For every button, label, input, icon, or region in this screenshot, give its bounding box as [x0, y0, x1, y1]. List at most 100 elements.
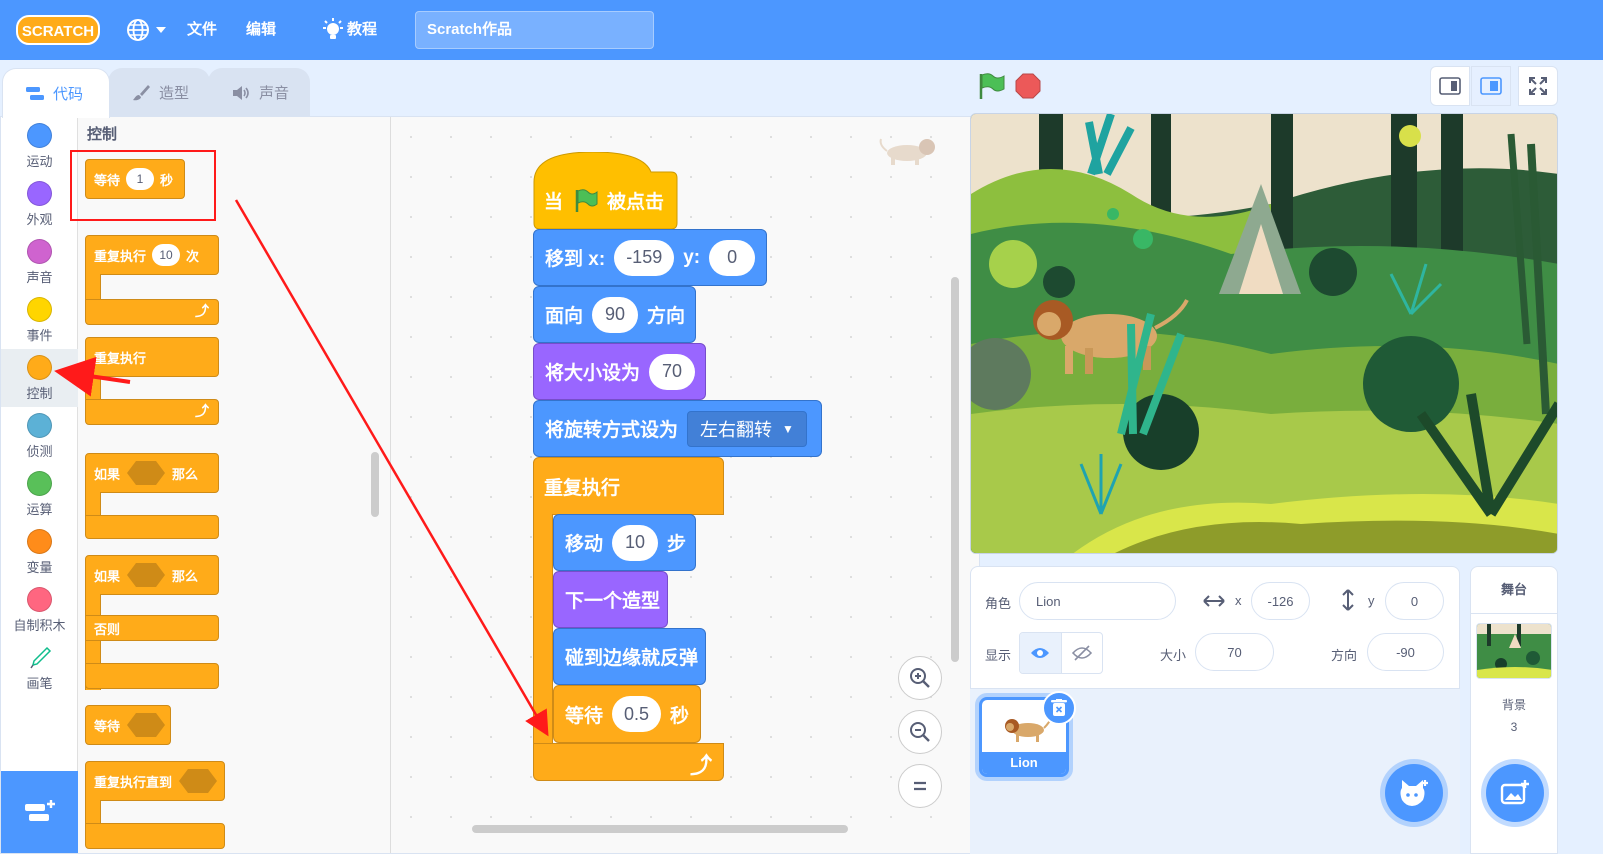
- fullscreen-button[interactable]: [1518, 66, 1558, 106]
- zoom-in-button[interactable]: [898, 656, 942, 700]
- small-stage-button[interactable]: [1430, 66, 1470, 106]
- stop-button[interactable]: [1014, 72, 1042, 100]
- loop-arrow-icon: ⤴: [195, 303, 209, 319]
- stage-canvas[interactable]: [970, 113, 1558, 554]
- go-to-xy-block[interactable]: 移到 x: -159 y: 0: [533, 229, 767, 286]
- boolean-slot[interactable]: [178, 768, 218, 794]
- workspace-vertical-scrollbar[interactable]: [951, 277, 959, 662]
- cat-plus-icon: [1400, 780, 1428, 806]
- palette-forever-block[interactable]: 重复执行 ⤴: [85, 337, 219, 425]
- wait-seconds-input[interactable]: 0.5: [612, 696, 662, 732]
- jungle-thumbnail: [1477, 624, 1551, 678]
- globe-icon[interactable]: [126, 18, 150, 42]
- category-operators[interactable]: 运算: [1, 465, 78, 523]
- zoom-out-icon: [910, 722, 930, 742]
- block-palette: 控制 等待 1 秒 重复执行 10 次 ⤴ 重复执行 ⤴ 如果 那么 如果 那么…: [78, 117, 391, 853]
- small-stage-icon: [1439, 77, 1461, 95]
- sound-dot: [27, 239, 52, 264]
- lightbulb-icon[interactable]: [322, 18, 344, 42]
- tab-code[interactable]: 代码: [2, 68, 110, 118]
- forever-arm: [533, 514, 553, 744]
- category-events[interactable]: 事件: [1, 291, 78, 349]
- control-dot: [27, 355, 52, 380]
- variables-dot: [27, 529, 52, 554]
- palette-wait-until-block[interactable]: 等待: [85, 705, 171, 745]
- add-extension-button[interactable]: [1, 771, 78, 853]
- palette-if-else-block[interactable]: 如果 那么 否则: [85, 555, 219, 690]
- category-variables[interactable]: 变量: [1, 523, 78, 581]
- direction-input[interactable]: -90: [1367, 633, 1444, 671]
- tab-sounds[interactable]: 声音: [208, 68, 310, 116]
- category-my-blocks[interactable]: 自制积木: [1, 581, 78, 639]
- pen-icon: [29, 646, 51, 669]
- menu-bar: SCRATCH 文件 编辑 教程 Scratch作品: [0, 0, 1603, 60]
- bounce-on-edge-block[interactable]: 碰到边缘就反弹: [553, 628, 706, 685]
- y-label: y: [1368, 593, 1375, 608]
- goto-y-input[interactable]: 0: [709, 239, 756, 276]
- palette-if-then-block[interactable]: 如果 那么: [85, 453, 219, 541]
- when-flag-clicked-block[interactable]: 当 被点击: [533, 172, 678, 229]
- palette-repeat-block[interactable]: 重复执行 10 次 ⤴: [85, 235, 219, 325]
- category-looks[interactable]: 外观: [1, 175, 78, 233]
- boolean-slot[interactable]: [126, 712, 166, 738]
- workspace-horizontal-scrollbar[interactable]: [472, 825, 848, 833]
- file-menu[interactable]: 文件: [187, 0, 217, 60]
- add-backdrop-button[interactable]: [1486, 764, 1544, 822]
- y-position-input[interactable]: 0: [1385, 582, 1444, 620]
- direction-input[interactable]: 90: [592, 296, 639, 333]
- show-sprite-button[interactable]: [1020, 633, 1061, 673]
- category-control[interactable]: 控制: [1, 349, 78, 407]
- hide-sprite-button[interactable]: [1060, 633, 1102, 673]
- add-sprite-button[interactable]: [1385, 764, 1443, 822]
- set-rotation-style-block[interactable]: 将旋转方式设为 左右翻转 ▼: [533, 400, 822, 457]
- next-costume-block[interactable]: 下一个造型: [553, 571, 668, 628]
- boolean-slot[interactable]: [126, 460, 166, 486]
- loop-arrow-icon: ⤴: [690, 753, 713, 778]
- visibility-toggle: [1019, 632, 1103, 674]
- size-input[interactable]: 70: [649, 353, 696, 390]
- category-pen[interactable]: 画笔: [1, 639, 78, 697]
- normal-stage-button[interactable]: [1471, 66, 1511, 106]
- project-title-input[interactable]: Scratch作品: [415, 11, 654, 49]
- operators-dot: [27, 471, 52, 496]
- eye-icon: [1031, 648, 1050, 658]
- green-flag-button[interactable]: [976, 72, 1006, 100]
- code-icon: [26, 86, 44, 100]
- repeat-count-input[interactable]: 10: [152, 244, 181, 266]
- wait-seconds-block[interactable]: 等待 0.5 秒: [553, 685, 701, 743]
- scratch-logo[interactable]: SCRATCH: [16, 14, 100, 46]
- stage-title: 舞台: [1470, 566, 1558, 614]
- chevron-down-icon[interactable]: [156, 27, 166, 33]
- steps-input[interactable]: 10: [612, 524, 659, 561]
- x-position-icon: [1203, 595, 1225, 607]
- x-position-input[interactable]: -126: [1251, 582, 1310, 620]
- tutorials-menu[interactable]: 教程: [347, 0, 377, 60]
- large-stage-icon: [1480, 77, 1502, 95]
- backdrop-count: 3: [1510, 720, 1518, 734]
- svg-text:SCRATCH: SCRATCH: [22, 23, 94, 40]
- set-size-block[interactable]: 将大小设为 70: [533, 343, 706, 400]
- category-motion[interactable]: 运动: [1, 117, 78, 175]
- jungle-backdrop: [971, 114, 1557, 553]
- sprite-name-input[interactable]: Lion: [1019, 582, 1176, 620]
- events-dot: [27, 297, 52, 322]
- forever-label-row: 重复执行: [544, 477, 621, 499]
- rotation-style-dropdown[interactable]: 左右翻转 ▼: [687, 410, 807, 447]
- palette-scrollbar[interactable]: [371, 452, 379, 517]
- edit-menu[interactable]: 编辑: [246, 0, 276, 60]
- backdrop-thumbnail[interactable]: [1476, 623, 1552, 679]
- palette-repeat-until-block[interactable]: 重复执行直到: [85, 761, 225, 853]
- move-steps-block[interactable]: 移动 10 步: [553, 514, 696, 571]
- category-sensing[interactable]: 侦测: [1, 407, 78, 465]
- zoom-reset-button[interactable]: [898, 764, 942, 808]
- size-input[interactable]: 70: [1195, 633, 1274, 671]
- goto-x-input[interactable]: -159: [614, 239, 675, 276]
- annotation-highlight-box: [70, 150, 216, 221]
- show-label: 显示: [985, 648, 1012, 663]
- tab-costumes[interactable]: 造型: [108, 68, 210, 116]
- delete-sprite-button[interactable]: [1042, 691, 1076, 725]
- zoom-out-button[interactable]: [898, 710, 942, 754]
- point-direction-block[interactable]: 面向 90 方向: [533, 286, 696, 343]
- boolean-slot[interactable]: [126, 562, 166, 588]
- category-sound[interactable]: 声音: [1, 233, 78, 291]
